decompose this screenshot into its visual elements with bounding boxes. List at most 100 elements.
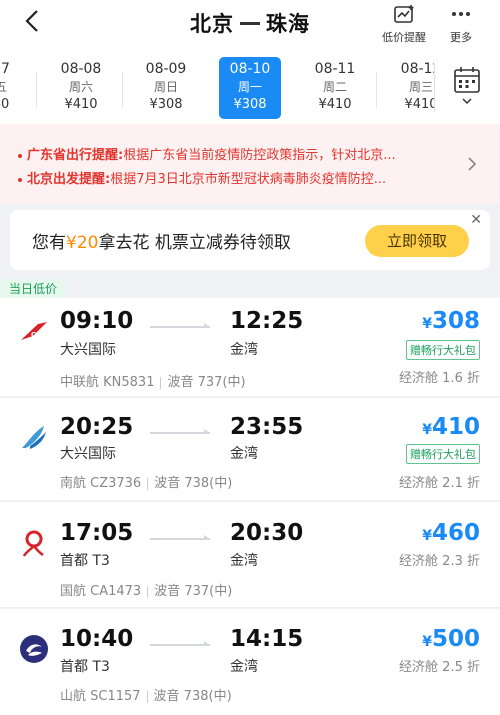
chart-bell-icon [394, 5, 414, 23]
top-bar: 北京 珠海 低价提醒 更多 [0, 0, 500, 50]
price-value: 500 [431, 626, 480, 652]
weekday-label: 周六 [68, 80, 93, 94]
date-item-selected[interactable]: 08-10 周一 ¥308 [219, 57, 281, 119]
promo-amount: ¥20 [66, 233, 99, 253]
close-icon[interactable]: ✕ [470, 212, 482, 228]
date-item[interactable]: 08-11 周二 ¥410 [304, 57, 366, 119]
more-dots-icon [452, 12, 470, 16]
departure-time: 10:40 [60, 626, 134, 652]
promo-text: 您有¥20拿去花 机票立减券待领取 [32, 228, 291, 253]
notice-text: 根据广东省当前疫情防控政策指示，针对北京... [123, 148, 396, 163]
notice-item: 广东省出行提醒:根据广东省当前疫情防控政策指示，针对北京... [18, 144, 396, 163]
airline-flight-no: 国航 CA1473 [60, 584, 142, 599]
date-label: 08-11 [314, 61, 356, 77]
calendar-button[interactable] [434, 50, 500, 124]
price-value: 410 [431, 414, 480, 440]
origin-city: 北京 [190, 12, 234, 36]
more-button[interactable]: 更多 [450, 4, 472, 45]
coupon-promo-card: 您有¥20拿去花 机票立减券待领取 立即领取 ✕ [10, 210, 490, 270]
price-value: 460 [431, 520, 480, 546]
divider [36, 72, 37, 108]
date-price: ¥308 [149, 97, 183, 112]
notice-text: 根据7月3日北京市新型冠状病毒肺炎疫情防控... [110, 172, 387, 187]
arrival-airport: 金湾 [230, 659, 258, 675]
notice-title: 广东省出行提醒: [27, 148, 124, 163]
departure-time: 20:25 [60, 414, 134, 440]
flight-card[interactable]: 17:05 20:30 首都 T3 金湾 ¥460 经济舱 2.3 折 国航 C… [0, 502, 500, 608]
route-line [150, 641, 210, 646]
date-label: 08-09 [145, 61, 187, 77]
weekday-label: 五 [0, 80, 7, 94]
arrival-time: 12:25 [230, 308, 304, 334]
gift-badge: 赠畅行大礼包 [406, 340, 480, 360]
flight-card[interactable]: CUA 09:10 12:25 大兴国际 金湾 ¥308 赠畅行大礼包 中联航 … [0, 298, 500, 397]
cabin-discount: 经济舱 1.6 折 [399, 371, 480, 386]
claim-coupon-button[interactable]: 立即领取 [365, 225, 469, 257]
cabin-discount: 经济舱 2.1 折 [399, 476, 480, 491]
arrival-time: 23:55 [230, 414, 304, 440]
flight-meta: 山航 SC1157 波音 738(中) [60, 685, 232, 704]
arrival-time: 20:30 [230, 520, 304, 546]
aircraft-type: 波音 737(中) [167, 375, 246, 390]
notice-title: 北京出发提醒: [27, 172, 111, 187]
date-price: ¥410 [318, 97, 352, 112]
departure-airport: 大兴国际 [60, 342, 116, 358]
flight-card[interactable]: 20:25 23:55 大兴国际 金湾 ¥410 赠畅行大礼包 南航 CZ373… [0, 398, 500, 501]
route-line [150, 429, 210, 434]
date-selector: 07 五 60 08-08 周六 ¥410 08-09 周日 ¥308 08-1… [0, 50, 500, 124]
price-alert-button[interactable]: 低价提醒 [382, 4, 426, 45]
date-label: 07 [0, 61, 10, 77]
flight-meta: 南航 CZ3736 波音 738(中) [60, 472, 232, 491]
divider [376, 72, 377, 108]
date-item[interactable]: 07 五 60 [0, 57, 32, 119]
travel-notice-banner[interactable]: 广东省出行提醒:根据广东省当前疫情防控政策指示，针对北京... 北京出发提醒:根… [0, 124, 500, 203]
aircraft-type: 波音 738(中) [153, 689, 232, 704]
weekday-label: 周一 [237, 80, 262, 94]
notice-item: 北京出发提醒:根据7月3日北京市新型冠状病毒肺炎疫情防控... [18, 168, 386, 187]
arrival-airport: 金湾 [230, 342, 258, 358]
departure-airport: 首都 T3 [60, 659, 110, 675]
departure-time: 17:05 [60, 520, 134, 546]
air-china-logo-icon [22, 530, 44, 557]
airline-flight-no: 中联航 KN5831 [60, 375, 155, 390]
price-alert-label: 低价提醒 [382, 31, 426, 44]
flight-price: ¥460 [422, 520, 480, 546]
divider [122, 72, 123, 108]
aircraft-type: 波音 738(中) [154, 476, 233, 491]
airline-flight-no: 山航 SC1157 [60, 689, 141, 704]
shandong-airlines-logo-icon [20, 635, 48, 663]
flight-meta: 国航 CA1473 波音 737(中) [60, 580, 232, 599]
promo-suffix: 拿去花 机票立减券待领取 [98, 233, 291, 253]
flight-price: ¥500 [422, 626, 480, 652]
flight-meta: 中联航 KN5831 波音 737(中) [60, 371, 246, 390]
promo-prefix: 您有 [32, 233, 66, 253]
weekday-label: 周二 [322, 80, 347, 94]
route-line [150, 535, 210, 540]
arrival-airport: 金湾 [230, 553, 258, 569]
date-price: ¥308 [233, 97, 267, 112]
cabin-discount: 经济舱 2.5 折 [399, 660, 480, 675]
destination-city: 珠海 [266, 12, 310, 36]
date-label: 08-08 [60, 61, 102, 77]
date-price: 60 [0, 97, 10, 112]
date-item[interactable]: 08-08 周六 ¥410 [50, 57, 112, 119]
china-united-logo-icon: CUA [21, 322, 48, 340]
route-line [150, 323, 210, 328]
departure-time: 09:10 [60, 308, 134, 334]
weekday-label: 周日 [153, 80, 178, 94]
china-southern-logo-icon [22, 426, 46, 449]
gift-badge: 赠畅行大礼包 [406, 444, 480, 464]
airline-flight-no: 南航 CZ3736 [60, 476, 142, 491]
flight-price: ¥410 [422, 414, 480, 440]
cabin-discount: 经济舱 2.3 折 [399, 554, 480, 569]
route-arrow-icon [240, 21, 260, 25]
flight-price: ¥308 [422, 308, 480, 334]
bullet-dot [18, 177, 22, 182]
aircraft-type: 波音 737(中) [154, 584, 233, 599]
departure-airport: 大兴国际 [60, 446, 116, 462]
more-label: 更多 [450, 31, 472, 44]
date-item[interactable]: 08-09 周日 ¥308 [135, 57, 197, 119]
calendar-icon [434, 64, 480, 112]
flight-card[interactable]: 10:40 14:15 首都 T3 金湾 ¥500 经济舱 2.5 折 山航 S… [0, 609, 500, 715]
bullet-dot [18, 153, 22, 158]
